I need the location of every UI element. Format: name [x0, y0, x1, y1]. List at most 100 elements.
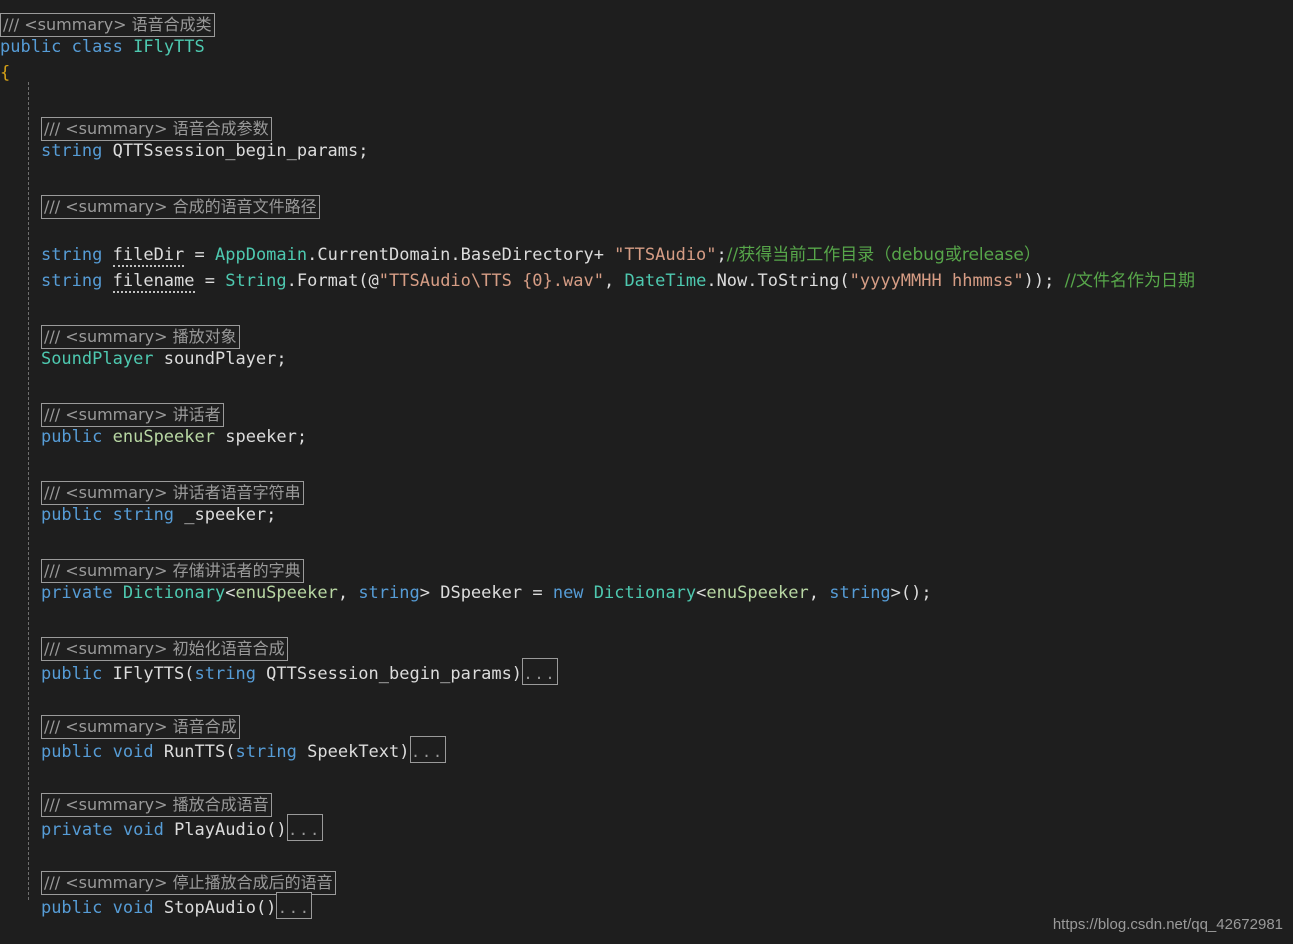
code-line: /// <summary> 讲话者: [0, 398, 1293, 427]
keyword-public: public: [40, 505, 103, 525]
method-name-stopaudio: StopAudio(): [163, 898, 277, 918]
watermark: https://blog.csdn.net/qq_42672981: [1052, 916, 1283, 933]
closing-parens: ));: [1023, 271, 1055, 291]
code-line: /// <summary> 存储讲话者的字典: [0, 554, 1293, 583]
keyword-public: public: [40, 664, 103, 684]
type-dictionary: Dictionary: [122, 583, 226, 603]
code-line: /// <summary> 播放对象: [0, 320, 1293, 349]
constructor-name: IFlyTTS(: [112, 664, 195, 684]
code-line: /// <summary> 语音合成: [0, 710, 1293, 739]
keyword-string: string: [40, 245, 103, 265]
summary-text: /// <summary> 停止播放合成后的语音: [43, 873, 333, 892]
keyword-void: void: [122, 820, 164, 840]
method-name-playaudio: PlayAudio(): [174, 820, 287, 840]
keyword-void: void: [112, 742, 154, 762]
member-access: .CurrentDomain.BaseDirectory+: [307, 245, 615, 265]
variable-filedir: fileDir: [112, 245, 185, 267]
comma: ,: [603, 271, 625, 291]
field-name: soundPlayer;: [163, 349, 287, 369]
keyword-string: string: [40, 141, 103, 161]
type-soundplayer: SoundPlayer: [40, 349, 154, 369]
collapsed-body-runtts[interactable]: ...: [409, 736, 446, 763]
generic-open: <: [225, 583, 236, 603]
keyword-private: private: [40, 583, 113, 603]
keyword-class: class: [71, 37, 123, 57]
code-line: public class IFlyTTS: [0, 34, 1293, 60]
code-surface[interactable]: /// <summary> 语音合成类 public class IFlyTTS…: [0, 8, 1293, 944]
operator-assign: =: [184, 245, 215, 265]
collapsed-body-playaudio[interactable]: ...: [286, 814, 323, 841]
parameter-name: QTTSsession_begin_params): [255, 664, 523, 684]
keyword-string: string: [40, 271, 103, 291]
line-comment: //文件名作为日期: [1064, 271, 1196, 291]
generic-open: <: [696, 583, 707, 603]
summary-text: /// <summary> 语音合成参数: [43, 119, 269, 138]
keyword-new: new: [552, 583, 584, 603]
keyword-string: string: [829, 583, 891, 603]
operator-assign: =: [522, 583, 553, 603]
type-enuspeeker: enuSpeeker: [235, 583, 338, 603]
generic-close: >: [419, 583, 441, 603]
type-datetime: DateTime: [624, 271, 707, 291]
semicolon: ;: [716, 245, 727, 265]
field-name: QTTSsession_begin_params;: [112, 141, 369, 161]
keyword-void: void: [112, 898, 154, 918]
keyword-private: private: [40, 820, 113, 840]
variable-filename: filename: [112, 271, 195, 293]
keyword-public: public: [40, 427, 103, 447]
code-editor[interactable]: /// <summary> 语音合成类 public class IFlyTTS…: [0, 0, 1293, 944]
code-line: SoundPlayer soundPlayer;: [0, 346, 1293, 372]
code-line: string fileDir = AppDomain.CurrentDomain…: [0, 242, 1293, 268]
string-literal: "TTSAudio": [614, 245, 717, 265]
code-line: /// <summary> 播放合成语音: [0, 788, 1293, 817]
keyword-string: string: [358, 583, 420, 603]
code-line: private void PlayAudio()...: [0, 814, 1293, 841]
code-line: {: [0, 60, 1293, 86]
code-line: public enuSpeeker speeker;: [0, 424, 1293, 450]
collapsed-body-stopaudio[interactable]: ...: [276, 892, 313, 919]
open-brace: {: [0, 63, 11, 83]
method-name-runtts: RunTTS(: [163, 742, 236, 762]
keyword-public: public: [40, 898, 103, 918]
keyword-public: public: [40, 742, 103, 762]
summary-text: /// <summary> 合成的语音文件路径: [43, 197, 317, 216]
code-line: public string _speeker;: [0, 502, 1293, 528]
code-line: string filename = String.Format(@"TTSAud…: [0, 268, 1293, 294]
field-dspeeker: DSpeeker: [440, 583, 523, 603]
summary-text: /// <summary> 存储讲话者的字典: [43, 561, 301, 580]
type-string-class: String: [225, 271, 287, 291]
summary-text: /// <summary> 讲话者: [43, 405, 221, 424]
field-name: _speeker;: [184, 505, 277, 525]
keyword-public: public: [0, 37, 62, 57]
code-line: /// <summary> 合成的语音文件路径: [0, 190, 1293, 219]
summary-text: /// <summary> 讲话者语音字符串: [43, 483, 301, 502]
string-literal-format: "TTSAudio\TTS {0}.wav": [378, 271, 604, 291]
type-appdomain: AppDomain: [215, 245, 308, 265]
code-line: /// <summary> 语音合成类: [0, 8, 1293, 37]
summary-text: /// <summary> 语音合成类: [3, 15, 212, 34]
comma: ,: [337, 583, 359, 603]
parameter-name: SpeekText): [296, 742, 410, 762]
code-line: public IFlyTTS(string QTTSsession_begin_…: [0, 658, 1293, 685]
comma: ,: [808, 583, 830, 603]
code-line: /// <summary> 讲话者语音字符串: [0, 476, 1293, 505]
member-tostring: .Now.ToString(: [706, 271, 850, 291]
string-literal-dateformat: "yyyyMMHH hhmmss": [849, 271, 1024, 291]
summary-text: /// <summary> 播放合成语音: [43, 795, 269, 814]
line-comment: //获得当前工作目录（debug或release）: [726, 245, 1041, 265]
code-line: /// <summary> 停止播放合成后的语音: [0, 866, 1293, 895]
collapsed-body-constructor[interactable]: ...: [522, 658, 559, 685]
class-name: IFlyTTS: [133, 37, 205, 57]
keyword-string: string: [194, 664, 256, 684]
type-enuspeeker: enuSpeeker: [112, 427, 215, 447]
summary-text: /// <summary> 语音合成: [43, 717, 237, 736]
code-line: private Dictionary<enuSpeeker, string> D…: [0, 580, 1293, 606]
